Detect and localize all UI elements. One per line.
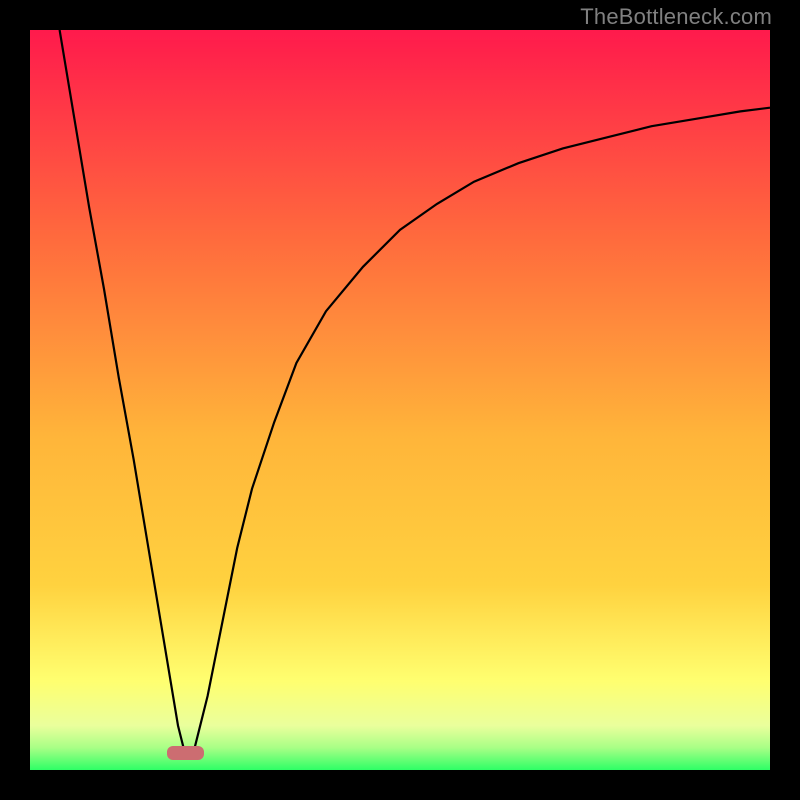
plot-area xyxy=(30,30,770,770)
chart-frame: TheBottleneck.com xyxy=(0,0,800,800)
curve-right-arm xyxy=(193,108,770,756)
curve-layer xyxy=(30,30,770,770)
curve-left-arm xyxy=(60,30,186,755)
watermark-text: TheBottleneck.com xyxy=(580,4,772,30)
min-marker xyxy=(167,746,204,761)
